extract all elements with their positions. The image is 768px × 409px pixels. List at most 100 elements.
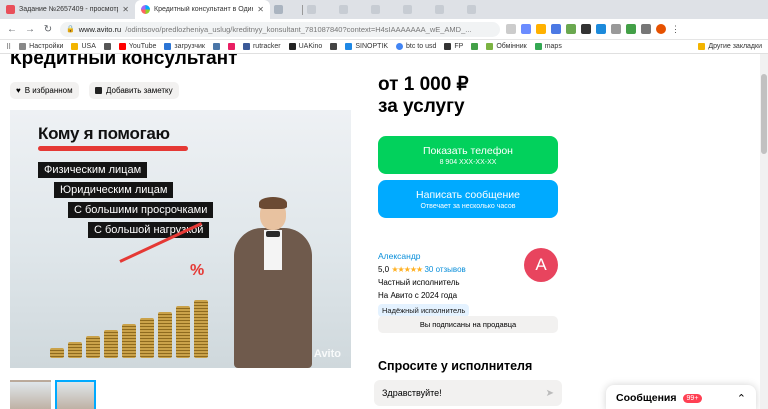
extensions: ⋮ [506,24,680,34]
page-icon [371,5,380,14]
page-icon [339,5,348,14]
tab-more[interactable] [335,0,367,19]
subscribed-button[interactable]: Вы подписаны на продавца [378,316,558,333]
show-phone-button[interactable]: Показать телефон 8 904 XXX-XX-XX [378,136,558,174]
consultant-photo [228,197,318,368]
bookmark-item[interactable] [330,43,338,50]
seller-name[interactable]: Александр [378,250,469,263]
tab-more[interactable] [367,0,399,19]
back-icon[interactable]: ← [6,24,18,35]
bookmark-item[interactable]: SINOPTIK [345,43,388,50]
maps-icon [534,43,542,50]
bookmark-item[interactable]: FP [444,43,463,50]
messages-widget[interactable]: Сообщения 99+ ⌃ [606,385,756,409]
avito-icon [141,5,150,14]
apps-icon[interactable]: ⠿ [6,43,11,51]
bookmark-item[interactable] [212,43,220,50]
extension-icon[interactable] [656,24,666,34]
extension-icon[interactable] [641,24,651,34]
avito-watermark: Avito [313,348,341,360]
bookmark-label: YouTube [128,43,157,50]
messages-count-badge: 99+ [682,393,703,403]
reload-icon[interactable]: ↻ [42,24,54,35]
extension-icon[interactable] [581,24,591,34]
google-icon [396,43,404,50]
vk-icon [212,43,220,50]
bookmark-label: UAKino [298,43,323,50]
bookmark-item[interactable]: UAKino [288,43,323,50]
price-amount: от 1 000 ₽ [378,74,469,95]
bookmark-item[interactable]: Обмінник [486,43,527,50]
message-input[interactable]: Здравствуйте! ➤ [374,380,562,406]
bookmark-item[interactable] [103,43,111,50]
page-icon [435,5,444,14]
price: от 1 000 ₽ за услугу [378,74,469,118]
folder-icon [71,43,79,50]
thumbnail-selected[interactable] [55,380,96,409]
add-note-button[interactable]: Добавить заметку [89,82,179,99]
bookmark-item[interactable]: btc to usd [396,43,436,50]
tab-more[interactable] [399,0,431,19]
send-icon[interactable]: ➤ [546,388,554,399]
extension-icon[interactable] [521,24,531,34]
reviews-link[interactable]: 30 отзывов [424,265,465,274]
page-icon [467,5,476,14]
bookmark-label: SINOPTIK [355,43,389,50]
extension-icon[interactable] [626,24,636,34]
page-content: Кредитный консультант ♥ В избранном Доба… [0,54,768,409]
extension-icon[interactable] [536,24,546,34]
page-icon [274,5,283,14]
listing-main-image[interactable]: Кому я помогаю Физическим лицам Юридичес… [10,110,351,368]
extension-icon[interactable] [566,24,576,34]
tab-more[interactable] [303,0,335,19]
bookmark-icon [227,43,235,50]
tab-more[interactable] [463,0,495,19]
extension-icon[interactable] [611,24,621,34]
response-time: Отвечает за несколько часов [420,202,516,210]
bookmark-item[interactable]: rutracker [242,43,281,50]
close-icon[interactable]: ✕ [257,5,264,14]
write-message-button[interactable]: Написать сообщение Отвечает за несколько… [378,180,558,218]
scrollbar[interactable] [760,54,768,409]
bookmark-item[interactable] [227,43,235,50]
chevron-up-icon[interactable]: ⌃ [737,392,746,405]
thumbnail[interactable] [10,380,51,409]
bookmark-label: загрузчик [174,43,205,50]
phone-mask: 8 904 XXX-XX-XX [439,158,497,166]
url-field[interactable]: 🔒 www.avito.ru/odintsovo/predlozheniya_u… [60,21,500,37]
bookmark-item[interactable]: YouTube [118,43,157,50]
bookmark-item[interactable]: Настройки [19,43,63,50]
extension-icon[interactable] [506,24,516,34]
bookmark-item[interactable]: maps [534,43,562,50]
percent-sign: % [190,262,205,279]
bookmark-item[interactable]: загрузчик [164,43,205,50]
bookmark-label: rutracker [252,43,281,50]
tab-more[interactable] [431,0,463,19]
tab-zadanie[interactable]: Задание №2657409 - просмотр з ✕ [0,0,135,19]
scrollbar-thumb[interactable] [761,74,767,154]
bookmark-label: FP [454,43,464,50]
bookmark-icon [330,43,338,50]
close-icon[interactable]: ✕ [122,5,129,14]
extension-icon[interactable] [596,24,606,34]
lock-icon: 🔒 [66,26,75,33]
uakino-icon [288,43,296,50]
favorite-button[interactable]: ♥ В избранном [10,82,79,99]
extension-icon[interactable] [551,24,561,34]
download-icon [164,43,172,50]
other-bookmarks[interactable]: Другие закладки [698,43,762,50]
tab-avito[interactable]: Кредитный консультант в Одинц ✕ [135,0,270,19]
hero-label: Юридическим лицам [54,182,174,198]
hero-underline [38,146,188,151]
seller-rating: 5,0 [378,265,390,274]
hero-label: С большими просрочками [68,202,214,218]
bookmark-item[interactable] [471,43,479,50]
tab-other[interactable] [270,0,302,19]
hero-label: С большой нагрузкой [88,222,210,238]
avatar[interactable]: А [524,248,558,282]
forward-icon[interactable]: → [24,24,36,35]
fp-icon [444,43,452,50]
bookmark-item[interactable]: USA [71,43,96,50]
bookmark-label: maps [544,43,562,50]
menu-icon[interactable]: ⋮ [671,24,680,34]
